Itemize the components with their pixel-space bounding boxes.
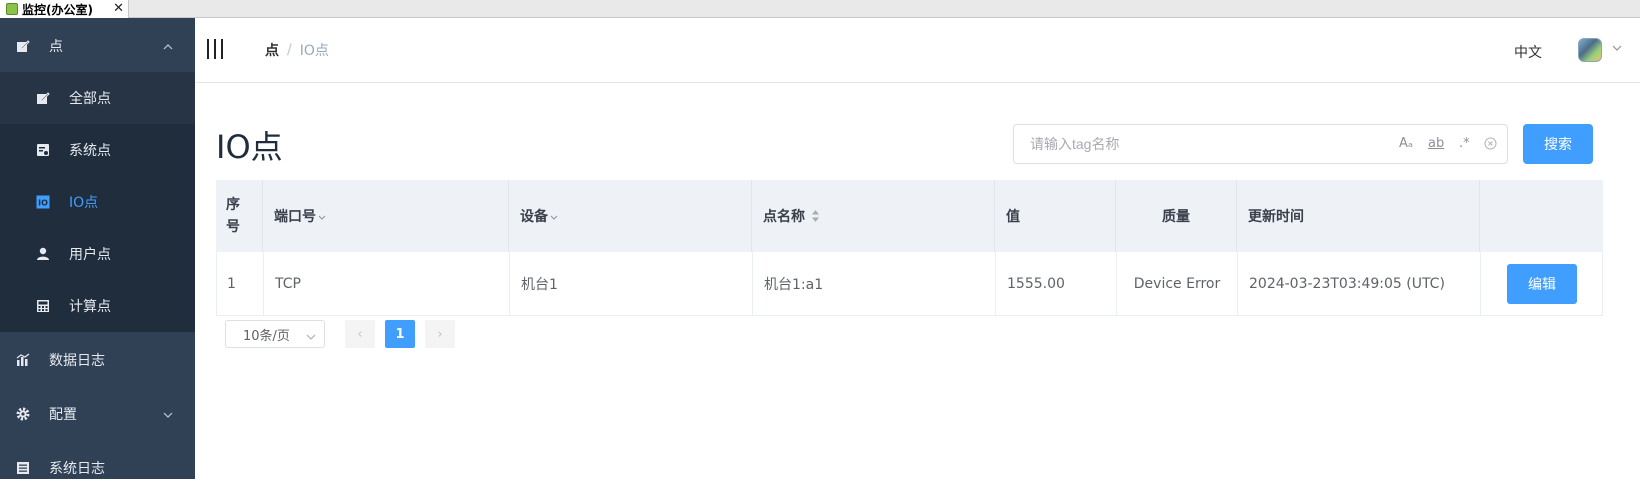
sidebar-group-label: 点 [49, 39, 63, 55]
top-header: 点 / IO点 中文 [195, 18, 1640, 83]
breadcrumb-separator: / [287, 42, 292, 58]
sidebar-item-calc-points[interactable]: 计算点 [0, 280, 195, 332]
cell-device: 机台1 [510, 252, 753, 315]
edit-icon [35, 90, 51, 106]
chevron-down-icon [306, 329, 316, 344]
page-size-select[interactable]: 10条/页 [225, 320, 325, 348]
sidebar-item-config[interactable]: 配置 [0, 388, 195, 440]
cell-updated: 2024-03-23T03:49:05 (UTC) [1238, 252, 1481, 315]
match-case-icon[interactable]: Aₐ [1399, 136, 1413, 151]
svg-text:IO: IO [38, 199, 48, 208]
column-header-device[interactable]: 设备 [509, 180, 752, 252]
column-header-point-name[interactable]: 点名称 [752, 180, 995, 252]
search-box: Aₐ ab .* [1013, 124, 1508, 164]
sidebar-group-points[interactable]: 点 [0, 20, 195, 72]
sidebar-item-label: 系统点 [69, 143, 111, 159]
chevron-down-icon[interactable] [1612, 39, 1622, 55]
sidebar-item-label: 数据日志 [49, 353, 105, 369]
gear-icon [15, 406, 31, 422]
language-switch[interactable]: 中文 [1514, 42, 1542, 62]
regex-icon[interactable]: .* [1459, 136, 1470, 151]
table-header: 序号 端口号 设备 点名称 值 质量 更新时间 [216, 180, 1603, 252]
sidebar: 点 全部点 系统点 IO IO点 用户点 计算点 数据日志 配置 系统日志 [0, 18, 195, 479]
search-button[interactable]: 搜索 [1523, 124, 1593, 164]
cell-actions: 编辑 [1481, 252, 1603, 315]
column-header-value: 值 [995, 180, 1116, 252]
whole-word-icon[interactable]: ab [1428, 136, 1444, 151]
page-number-button[interactable]: 1 [385, 320, 415, 348]
search-input[interactable] [1014, 125, 1374, 163]
sidebar-item-system-points[interactable]: 系统点 [0, 124, 195, 176]
sort-icon[interactable] [811, 209, 820, 223]
chevron-up-icon [163, 38, 173, 54]
column-header-port[interactable]: 端口号 [263, 180, 509, 252]
avatar[interactable] [1578, 38, 1602, 62]
sidebar-item-label: 系统日志 [49, 461, 105, 477]
calculator-icon [35, 298, 51, 314]
system-icon [35, 142, 51, 158]
prev-page-button[interactable]: ‹ [345, 320, 375, 348]
breadcrumb-current: IO点 [299, 43, 329, 59]
next-page-button[interactable]: › [425, 320, 455, 348]
user-icon [35, 246, 51, 262]
sidebar-item-label: 用户点 [69, 247, 111, 263]
app-icon [6, 3, 18, 15]
column-header-actions [1480, 180, 1603, 252]
edit-button[interactable]: 编辑 [1507, 263, 1577, 304]
window-tab[interactable]: 监控(办公室) ✕ [0, 0, 129, 18]
sidebar-item-label: IO点 [69, 195, 99, 211]
sidebar-item-data-log[interactable]: 数据日志 [0, 334, 195, 386]
chevron-down-icon [318, 208, 326, 224]
cell-quality: Device Error [1117, 252, 1238, 315]
sidebar-item-label: 配置 [49, 407, 77, 423]
list-icon [15, 460, 31, 476]
io-icon: IO [35, 194, 51, 210]
sidebar-item-system-log[interactable]: 系统日志 [0, 442, 195, 494]
breadcrumb: 点 / IO点 [265, 40, 329, 60]
hamburger-icon[interactable] [207, 39, 223, 59]
cell-port: TCP [264, 252, 510, 315]
window-tab-title: 监控(办公室) [22, 2, 93, 17]
chevron-down-icon [163, 406, 173, 422]
breadcrumb-root[interactable]: 点 [265, 40, 279, 60]
sidebar-item-label: 全部点 [69, 91, 111, 107]
sidebar-item-user-points[interactable]: 用户点 [0, 228, 195, 280]
sidebar-item-all-points[interactable]: 全部点 [0, 72, 195, 124]
edit-icon [15, 38, 31, 54]
table-row: 1 TCP 机台1 机台1:a1 1555.00 Device Error 20… [216, 252, 1603, 316]
chevron-down-icon [550, 208, 558, 224]
cell-point-name: 机台1:a1 [753, 252, 996, 315]
cell-index: 1 [217, 252, 264, 315]
page-title: IO点 [216, 128, 283, 166]
window-tab-strip: 监控(办公室) ✕ [0, 0, 1640, 18]
close-icon[interactable]: ✕ [113, 0, 124, 18]
sidebar-item-label: 计算点 [69, 299, 111, 315]
chart-icon [15, 352, 31, 368]
clear-icon[interactable] [1484, 137, 1497, 154]
page-size-value: 10条/页 [243, 328, 290, 344]
column-header-updated: 更新时间 [1237, 180, 1480, 252]
cell-value: 1555.00 [996, 252, 1117, 315]
column-header-index: 序号 [216, 180, 263, 252]
sidebar-item-io-points[interactable]: IO IO点 [0, 176, 195, 228]
column-header-quality: 质量 [1116, 180, 1237, 252]
